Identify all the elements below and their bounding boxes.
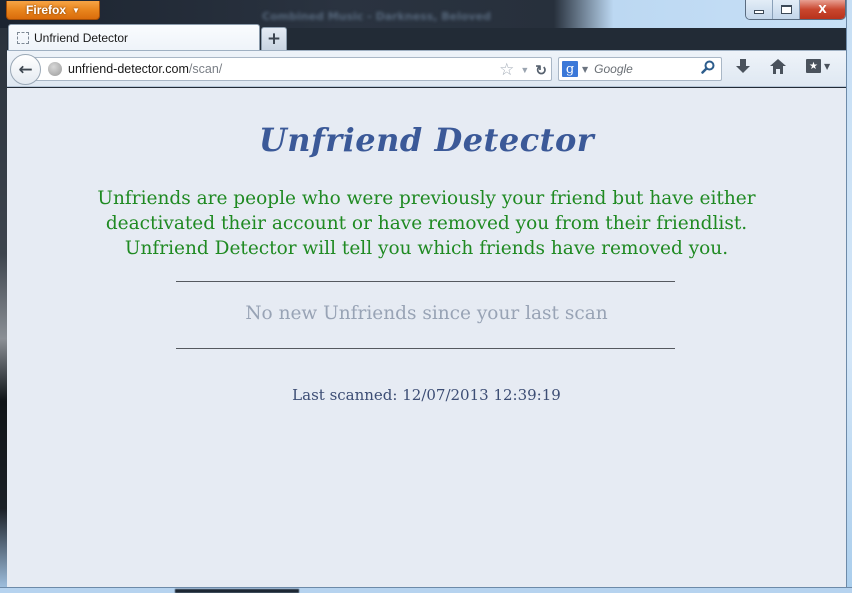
intro-text: Unfriends are people who were previously… [97,188,756,259]
back-button[interactable]: ← [10,54,41,85]
search-bar[interactable]: g ▼ Google [558,57,722,81]
url-host: unfriend-detector.com [68,62,189,76]
window-border-bottom [0,587,852,593]
back-arrow-icon: ← [18,59,33,80]
search-icon[interactable] [701,60,715,78]
close-button[interactable]: X [800,0,845,19]
firefox-menu-label: Firefox [26,3,67,17]
tab-label: Unfriend Detector [34,31,129,45]
chevron-down-icon: ▼ [824,61,831,71]
window-controls: X [745,0,846,20]
navigation-toolbar: ← unfriend-detector.com/scan/ ☆ ▼ ↻ g ▼ … [7,50,846,87]
maximize-icon [780,5,792,14]
home-icon[interactable] [770,59,786,79]
close-icon: X [818,3,827,16]
reload-icon[interactable]: ↻ [535,62,547,79]
bookmark-star-icon[interactable]: ☆ [499,60,514,80]
scan-status-message: No new Unfriends since your last scan [245,303,608,324]
divider-top [176,281,675,282]
chevron-down-icon[interactable]: ▼ [582,65,588,74]
new-tab-button[interactable]: + [261,27,287,50]
default-favicon-icon [17,32,29,44]
url-bar[interactable]: unfriend-detector.com/scan/ ☆ ▼ ↻ [31,57,552,81]
chevron-down-icon: ▼ [72,5,80,15]
divider-bottom [176,348,675,349]
tab-unfriend-detector[interactable]: Unfriend Detector [8,24,260,51]
bookmarks-menu-button[interactable]: ★ ▼ [806,59,830,73]
globe-icon [48,62,62,76]
last-scanned-timestamp: Last scanned: 12/07/2013 12:39:19 [292,386,561,404]
plus-icon: + [266,29,282,49]
background-window-title: Combined Music - Darkness, Beloved [262,10,491,23]
firefox-menu-button[interactable]: Firefox ▼ [6,1,100,20]
search-placeholder: Google [594,62,633,76]
download-icon[interactable] [736,59,750,78]
taskbar-fragment [175,589,299,593]
bookmarks-icon: ★ [806,59,821,73]
page-content: Unfriend Detector Unfriends are people w… [7,88,846,587]
window-border-left [0,28,7,593]
maximize-button[interactable] [773,0,800,19]
google-engine-icon[interactable]: g [562,61,578,77]
url-path: /scan/ [188,62,223,76]
page-title: Unfriend Detector [258,121,595,159]
minimize-button[interactable] [746,0,773,19]
minimize-icon [754,10,764,14]
window-border-right [846,0,852,593]
history-dropdown-icon[interactable]: ▼ [520,65,529,75]
